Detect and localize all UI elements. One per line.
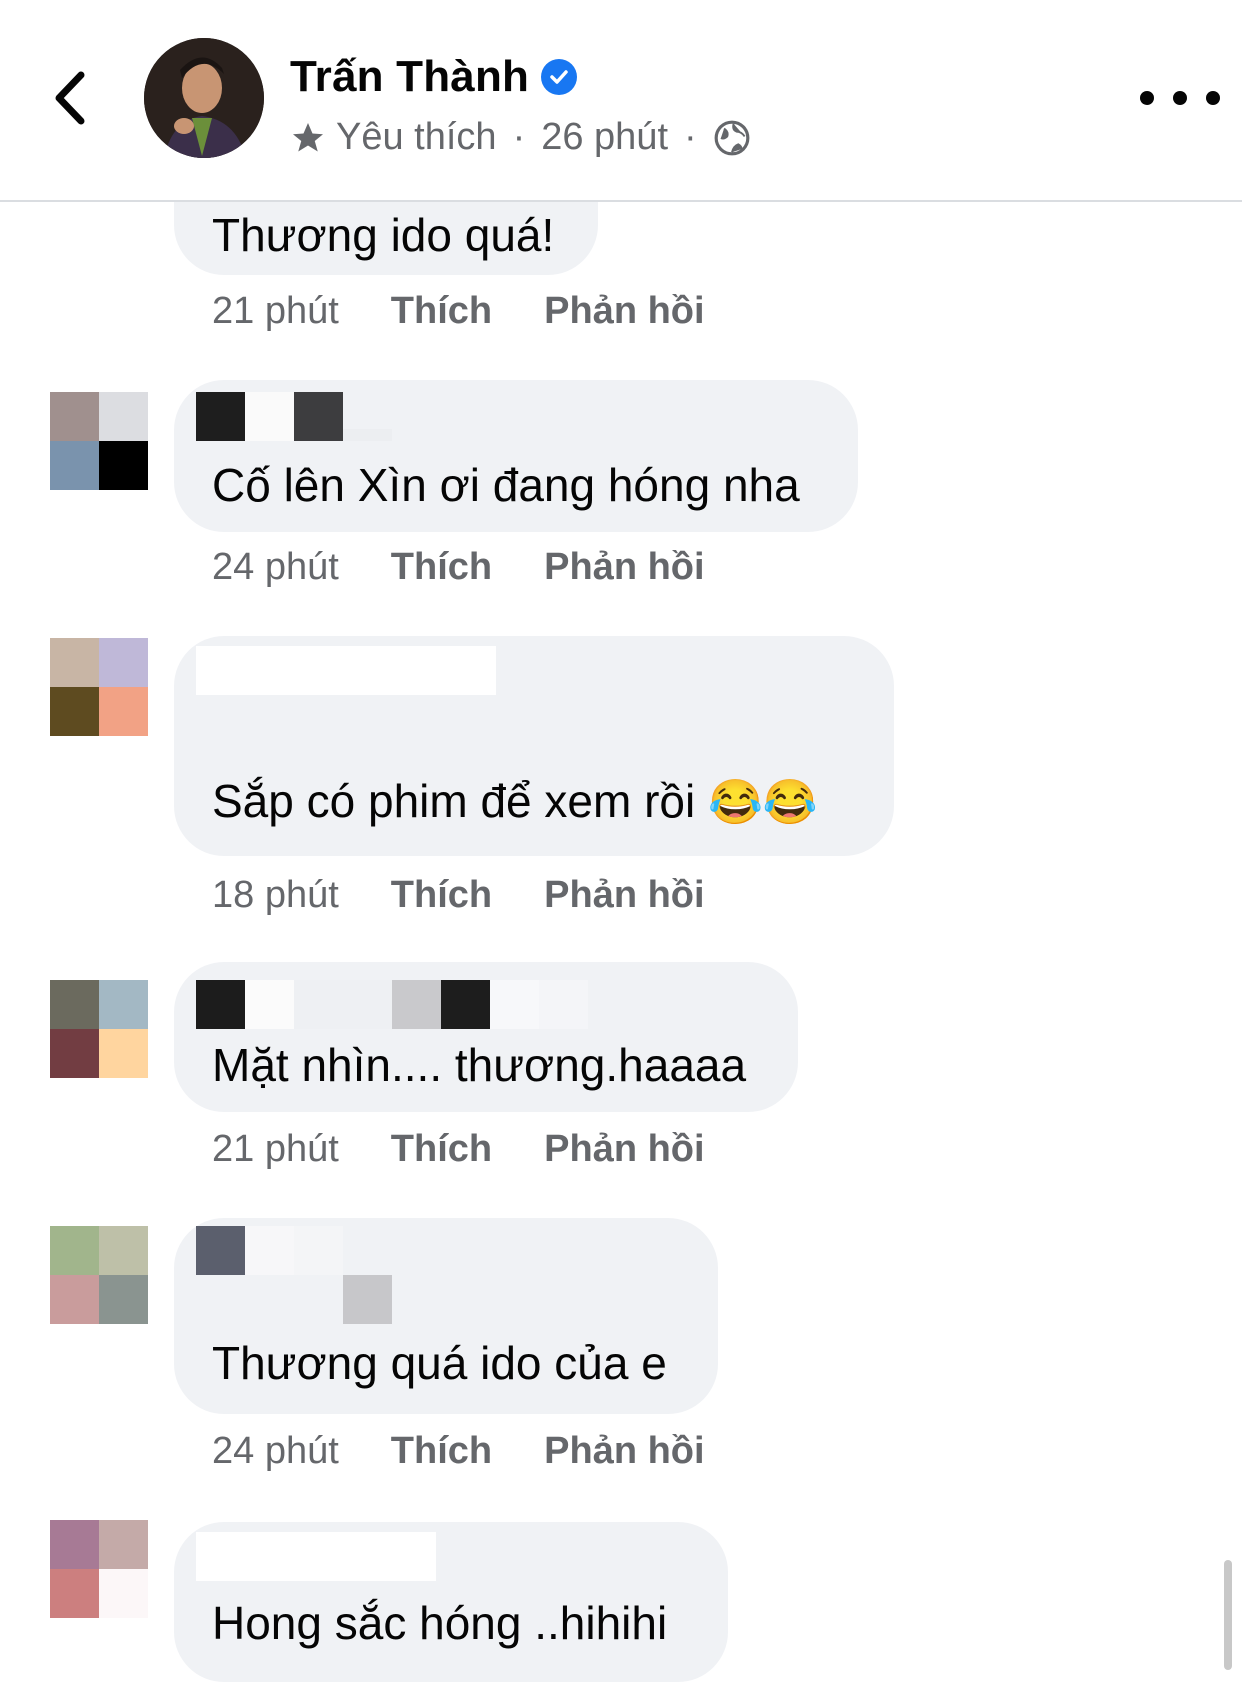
post-time: 26 phút	[541, 116, 669, 158]
comment-text: Thương quá ido của e	[212, 1337, 667, 1389]
commenter-name-blurred[interactable]	[196, 1532, 436, 1582]
comment-time: 24 phút	[212, 1430, 339, 1472]
commenter-avatar[interactable]	[50, 638, 148, 736]
like-button[interactable]: Thích	[391, 1430, 492, 1473]
comment-text-body: Sắp có phim để xem rồi	[212, 775, 696, 827]
more-options-button[interactable]	[1140, 80, 1220, 116]
comment-bubble[interactable]: Hong sắc hóng ..hihihi	[174, 1522, 728, 1682]
post-header: Trấn Thành Yêu thích · 26 phút ·	[0, 0, 1242, 202]
reply-button[interactable]: Phản hồi	[544, 874, 704, 917]
commenter-name-blurred[interactable]	[196, 980, 588, 1030]
dot-icon	[1173, 91, 1187, 105]
meta-separator: ·	[512, 116, 526, 158]
comment-time: 24 phút	[212, 546, 339, 588]
commenter-avatar[interactable]	[50, 392, 148, 490]
comment-text: Sắp có phim để xem rồi 😂😂	[212, 774, 818, 828]
page-avatar[interactable]	[144, 38, 264, 158]
comment-actions: 24 phút Thích Phản hồi	[212, 1430, 705, 1473]
commenter-avatar[interactable]	[50, 980, 148, 1078]
comment-text: Cố lên Xìn ơi đang hóng nha	[212, 459, 800, 511]
commenter-name-blurred[interactable]	[196, 1226, 392, 1324]
globe-icon	[714, 120, 750, 155]
favorite-label: Yêu thích	[336, 116, 497, 158]
comment-actions: 21 phút Thích Phản hồi	[212, 290, 705, 333]
like-button[interactable]: Thích	[391, 290, 492, 333]
avatar-portrait-icon	[144, 38, 264, 158]
scrollbar[interactable]	[1224, 1560, 1232, 1670]
reply-button[interactable]: Phản hồi	[544, 1430, 704, 1473]
like-button[interactable]: Thích	[391, 546, 492, 589]
comment-time: 21 phút	[212, 290, 339, 332]
like-button[interactable]: Thích	[391, 1128, 492, 1171]
chevron-left-icon	[55, 71, 85, 125]
page-name[interactable]: Trấn Thành	[290, 52, 578, 102]
commenter-avatar[interactable]	[50, 1520, 148, 1618]
reply-button[interactable]: Phản hồi	[544, 546, 704, 589]
comment-bubble[interactable]: Cố lên Xìn ơi đang hóng nha	[174, 380, 858, 532]
post-meta: Yêu thích · 26 phút ·	[290, 116, 751, 159]
dot-icon	[1206, 91, 1220, 105]
commenter-name-blurred[interactable]	[196, 646, 496, 696]
comment-bubble[interactable]: Mặt nhìn.... thương.haaaa	[174, 962, 798, 1112]
reply-button[interactable]: Phản hồi	[544, 1128, 704, 1171]
commenter-avatar[interactable]	[50, 1226, 148, 1324]
comment-text: Thương ido quá!	[212, 209, 555, 261]
back-button[interactable]	[46, 62, 94, 134]
laughing-emoji-icon: 😂😂	[708, 778, 818, 827]
meta-separator-2: ·	[684, 116, 697, 158]
comment-text: Mặt nhìn.... thương.haaaa	[212, 1039, 747, 1091]
commenter-name-blurred[interactable]	[196, 392, 392, 442]
comment-time: 18 phút	[212, 874, 339, 916]
page-name-text[interactable]: Trấn Thành	[290, 52, 529, 102]
comment-actions: 24 phút Thích Phản hồi	[212, 546, 705, 589]
like-button[interactable]: Thích	[391, 874, 492, 917]
comment-actions: 18 phút Thích Phản hồi	[212, 874, 705, 917]
reply-button[interactable]: Phản hồi	[544, 290, 704, 333]
comment-bubble[interactable]: Thương quá ido của e	[174, 1218, 718, 1414]
comment-bubble[interactable]: Sắp có phim để xem rồi 😂😂	[174, 636, 894, 856]
verified-badge-icon	[541, 59, 578, 95]
comment-actions: 21 phút Thích Phản hồi	[212, 1128, 705, 1171]
comment-time: 21 phút	[212, 1128, 339, 1170]
dot-icon	[1140, 91, 1154, 105]
comment-text: Hong sắc hóng ..hihihi	[212, 1597, 668, 1649]
star-icon	[293, 122, 323, 151]
